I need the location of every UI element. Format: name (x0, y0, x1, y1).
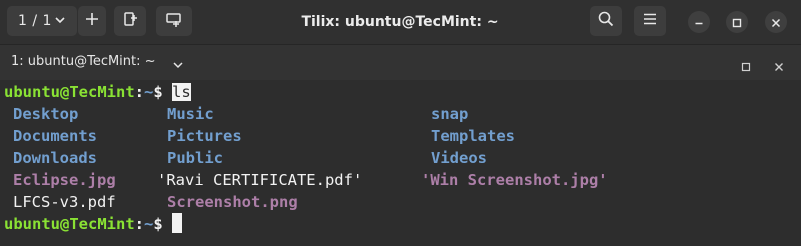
listing-entry: 'Ravi CERTIFICATE.pdf' (157, 171, 363, 189)
session-switcher-button[interactable]: 1 / 1 (7, 6, 77, 36)
split-right-button[interactable] (114, 6, 146, 36)
prompt-symbol: $ (153, 215, 163, 233)
maximize-terminal-icon[interactable] (741, 57, 751, 76)
prompt-separator: : (134, 83, 144, 101)
maximize-icon (732, 13, 742, 32)
title-bar: 1 / 1 Tilix: ubuntu@TecMint: ~ (0, 0, 801, 44)
hamburger-menu-icon (643, 13, 657, 29)
plus-icon (85, 12, 99, 30)
close-button[interactable] (765, 11, 787, 33)
listing-entry: Documents (13, 127, 97, 145)
prompt-separator: : (134, 215, 144, 233)
session-count: 1 / 1 (18, 13, 52, 29)
listing-entry: Videos (431, 149, 487, 167)
maximize-button[interactable] (726, 11, 748, 33)
prompt-symbol: $ (153, 83, 163, 101)
prompt-line: ubuntu@TecMint:~$ ls (4, 81, 191, 103)
listing-entry: 'Win Screenshot.jpg' (421, 171, 608, 189)
terminal-title[interactable]: 1: ubuntu@TecMint: ~ (11, 54, 156, 69)
split-down-button[interactable] (156, 6, 192, 36)
search-button[interactable] (590, 6, 622, 36)
terminal-title-bar: 1: ubuntu@TecMint: ~ (0, 44, 801, 80)
chevron-down-icon (54, 14, 66, 30)
split-horizontal-icon (122, 11, 138, 31)
chevron-down-icon[interactable] (172, 56, 184, 75)
listing-entry: snap (431, 105, 469, 123)
prompt-path: ~ (144, 83, 154, 101)
listing-entry: Templates (431, 127, 515, 145)
listing-entry: Downloads (13, 149, 97, 167)
listing-entry: Pictures (167, 127, 242, 145)
close-icon (771, 13, 781, 32)
prompt-path: ~ (144, 215, 154, 233)
prompt-user-host: ubuntu@TecMint (4, 83, 135, 101)
listing-entry: Public (167, 149, 223, 167)
window-title: Tilix: ubuntu@TecMint: ~ (301, 14, 499, 30)
prompt-user-host: ubuntu@TecMint (4, 215, 135, 233)
typed-command: ls (172, 83, 191, 101)
listing-entry: Music (167, 105, 214, 123)
listing-entry: Eclipse.jpg (13, 171, 116, 189)
listing-entry: Screenshot.png (167, 193, 298, 211)
prompt-line: ubuntu@TecMint:~$ (4, 213, 183, 235)
search-icon (598, 11, 614, 31)
tilix-window: 1 / 1 Tilix: ubuntu@TecMint: ~ 1: ubuntu… (0, 0, 801, 246)
split-vertical-icon (165, 11, 183, 31)
add-terminal-button[interactable] (78, 6, 106, 36)
text-cursor (172, 213, 183, 233)
minimize-icon (694, 13, 704, 32)
close-terminal-icon[interactable] (774, 57, 784, 76)
minimize-button[interactable] (688, 11, 710, 33)
terminal-output[interactable]: ubuntu@TecMint:~$ ls Desktop Documents D… (0, 80, 801, 246)
listing-entry: LFCS-v3.pdf (13, 193, 116, 211)
listing-entry: Desktop (13, 105, 79, 123)
menu-button[interactable] (634, 6, 666, 36)
